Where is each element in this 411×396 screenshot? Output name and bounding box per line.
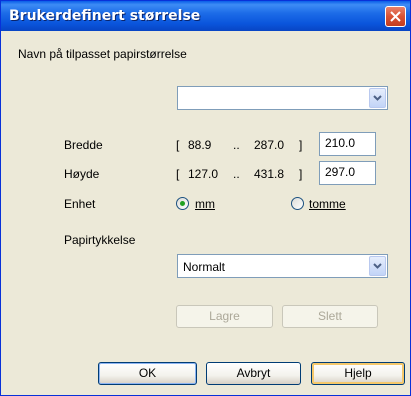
close-icon [390, 11, 401, 22]
title-bar[interactable]: Brukerdefinert størrelse [1, 1, 410, 31]
unit-mm-radio[interactable] [176, 197, 189, 210]
paper-name-dropdown-button[interactable] [369, 88, 386, 108]
height-range-separator: .. [233, 167, 240, 181]
paper-thickness-value: Normalt [183, 260, 226, 274]
delete-button[interactable]: Slett [282, 305, 378, 328]
paper-name-combobox[interactable] [177, 86, 388, 110]
width-range-separator: .. [233, 138, 240, 152]
paper-name-label: Navn på tilpasset papirstørrelse [18, 47, 187, 61]
chevron-down-icon [373, 263, 382, 269]
height-range-close: ] [299, 167, 303, 181]
unit-inch-radio[interactable] [291, 197, 304, 210]
paper-thickness-combobox[interactable]: Normalt [177, 254, 388, 278]
unit-inch-label[interactable]: tomme [309, 197, 346, 211]
width-label: Bredde [64, 138, 103, 152]
chevron-down-icon [373, 95, 382, 101]
height-label: Høyde [64, 167, 100, 181]
paper-thickness-label: Papirtykkelse [64, 233, 136, 247]
ok-button[interactable]: OK [98, 362, 197, 385]
width-range-close: ] [299, 138, 303, 152]
unit-mm-label[interactable]: mm [195, 197, 215, 211]
help-button[interactable]: Hjelp [311, 362, 405, 385]
close-button[interactable] [385, 6, 406, 27]
height-input[interactable]: 297.0 [319, 161, 376, 185]
width-max: 287.0 [254, 138, 285, 152]
cancel-button[interactable]: Avbryt [206, 362, 301, 385]
height-max: 431.8 [254, 167, 285, 181]
paper-thickness-dropdown-button[interactable] [369, 256, 386, 276]
dialog-window: Brukerdefinert størrelse Navn på tilpass… [0, 0, 411, 396]
width-min: 88.9 [188, 138, 212, 152]
unit-label: Enhet [64, 197, 96, 211]
radio-selected-indicator [180, 201, 185, 206]
width-input[interactable]: 210.0 [319, 132, 376, 156]
height-range-open: [ [176, 167, 180, 181]
window-title: Brukerdefinert størrelse [9, 8, 201, 24]
width-range-open: [ [176, 138, 180, 152]
height-min: 127.0 [188, 167, 219, 181]
save-button[interactable]: Lagre [176, 305, 273, 328]
